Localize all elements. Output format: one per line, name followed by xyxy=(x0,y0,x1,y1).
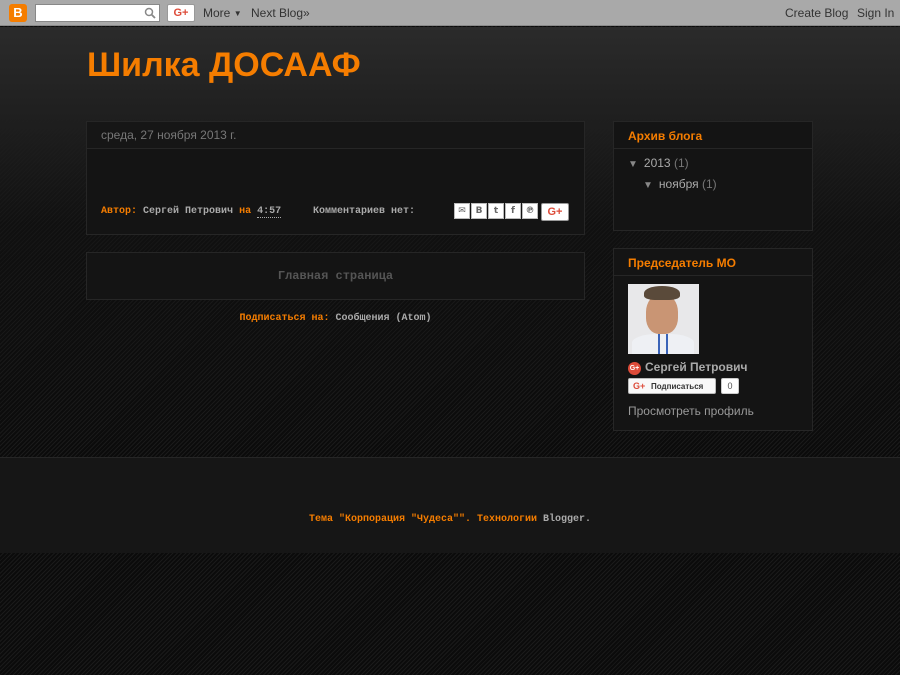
caret-down-icon: ▼ xyxy=(233,9,242,18)
more-menu[interactable]: More ▼ xyxy=(203,6,242,20)
create-blog-link[interactable]: Create Blog xyxy=(785,6,848,20)
at-word: на xyxy=(239,206,252,217)
gplus-share-button[interactable]: G+ xyxy=(167,4,195,22)
blog-archive-widget: Архив блога ▼ 2013 (1) ▼ ноября (1) xyxy=(613,121,813,231)
gplus-icon: G+ xyxy=(628,362,641,375)
blogger-link[interactable]: Blogger xyxy=(543,514,585,525)
archive-year[interactable]: ▼ 2013 (1) xyxy=(628,156,689,170)
archive-year-count: (1) xyxy=(673,156,689,170)
gplus-icon: G+ xyxy=(633,381,646,391)
follow-label: Подписаться xyxy=(651,382,704,391)
blogger-icon[interactable]: B xyxy=(471,203,487,219)
post-date: среда, 27 ноября 2013 г. xyxy=(87,122,584,149)
post: среда, 27 ноября 2013 г. Автор: Сергей П… xyxy=(86,121,585,235)
navbar: B G+ More ▼ Next Blog» Create Blog Sign … xyxy=(0,0,900,26)
triangle-down-icon[interactable]: ▼ xyxy=(643,180,653,191)
subscribe-line: Подписаться на: Сообщения (Atom) xyxy=(86,313,585,324)
footer: Тема "Корпорация "Чудеса"". Технологии B… xyxy=(0,457,900,553)
search-input[interactable] xyxy=(35,4,160,22)
theme-text: Тема "Корпорация "Чудеса"". Технологии xyxy=(308,514,537,525)
author-link[interactable]: Сергей Петрович xyxy=(143,206,233,217)
next-blog-link[interactable]: Next Blog» xyxy=(251,6,310,20)
profile-name-label: Сергей Петрович xyxy=(645,360,748,374)
archive-month-count: (1) xyxy=(701,177,717,191)
home-link[interactable]: Главная страница xyxy=(86,252,585,300)
subscribe-prefix: Подписаться на: xyxy=(239,313,330,324)
blogger-logo-icon[interactable]: B xyxy=(9,4,27,22)
archive-month[interactable]: ▼ ноября (1) xyxy=(643,177,717,191)
atom-feed-link[interactable]: Сообщения (Atom) xyxy=(336,313,432,324)
triangle-down-icon[interactable]: ▼ xyxy=(628,159,638,170)
author-prefix: Автор: xyxy=(101,206,138,217)
archive-year-label: 2013 xyxy=(643,156,671,170)
comments-link[interactable]: Комментариев нет: xyxy=(313,206,415,217)
view-profile-link[interactable]: Просмотреть профиль xyxy=(628,404,754,418)
avatar[interactable] xyxy=(628,284,699,354)
follow-button[interactable]: G+ Подписаться xyxy=(628,378,716,394)
profile-widget: Председатель МО G+ Сергей Петрович G+ Подп… xyxy=(613,248,813,431)
post-time-link[interactable]: 4:57 xyxy=(257,206,282,218)
widget-title: Архив блога xyxy=(614,122,812,149)
blog-title[interactable]: Шилка ДОСААФ xyxy=(87,46,361,85)
archive-month-label: ноября xyxy=(658,177,699,191)
sign-in-link[interactable]: Sign In xyxy=(857,6,894,20)
footer-end: . xyxy=(585,514,592,525)
more-label: More xyxy=(203,6,231,20)
mail-icon[interactable]: ✉ xyxy=(454,203,470,219)
search-icon[interactable] xyxy=(144,7,156,19)
follow-count: 0 xyxy=(721,378,739,394)
gplus-share-button[interactable]: G+ xyxy=(541,203,569,221)
pinterest-icon[interactable]: ℗ xyxy=(522,203,538,219)
profile-name[interactable]: G+ Сергей Петрович xyxy=(628,360,747,375)
post-footer: Автор: Сергей Петрович на 4:57 xyxy=(101,206,282,218)
facebook-icon[interactable]: f xyxy=(505,203,521,219)
footer-attribution: Тема "Корпорация "Чудеса"". Технологии B… xyxy=(0,514,900,525)
twitter-icon[interactable]: t xyxy=(488,203,504,219)
widget-title: Председатель МО xyxy=(614,249,812,276)
